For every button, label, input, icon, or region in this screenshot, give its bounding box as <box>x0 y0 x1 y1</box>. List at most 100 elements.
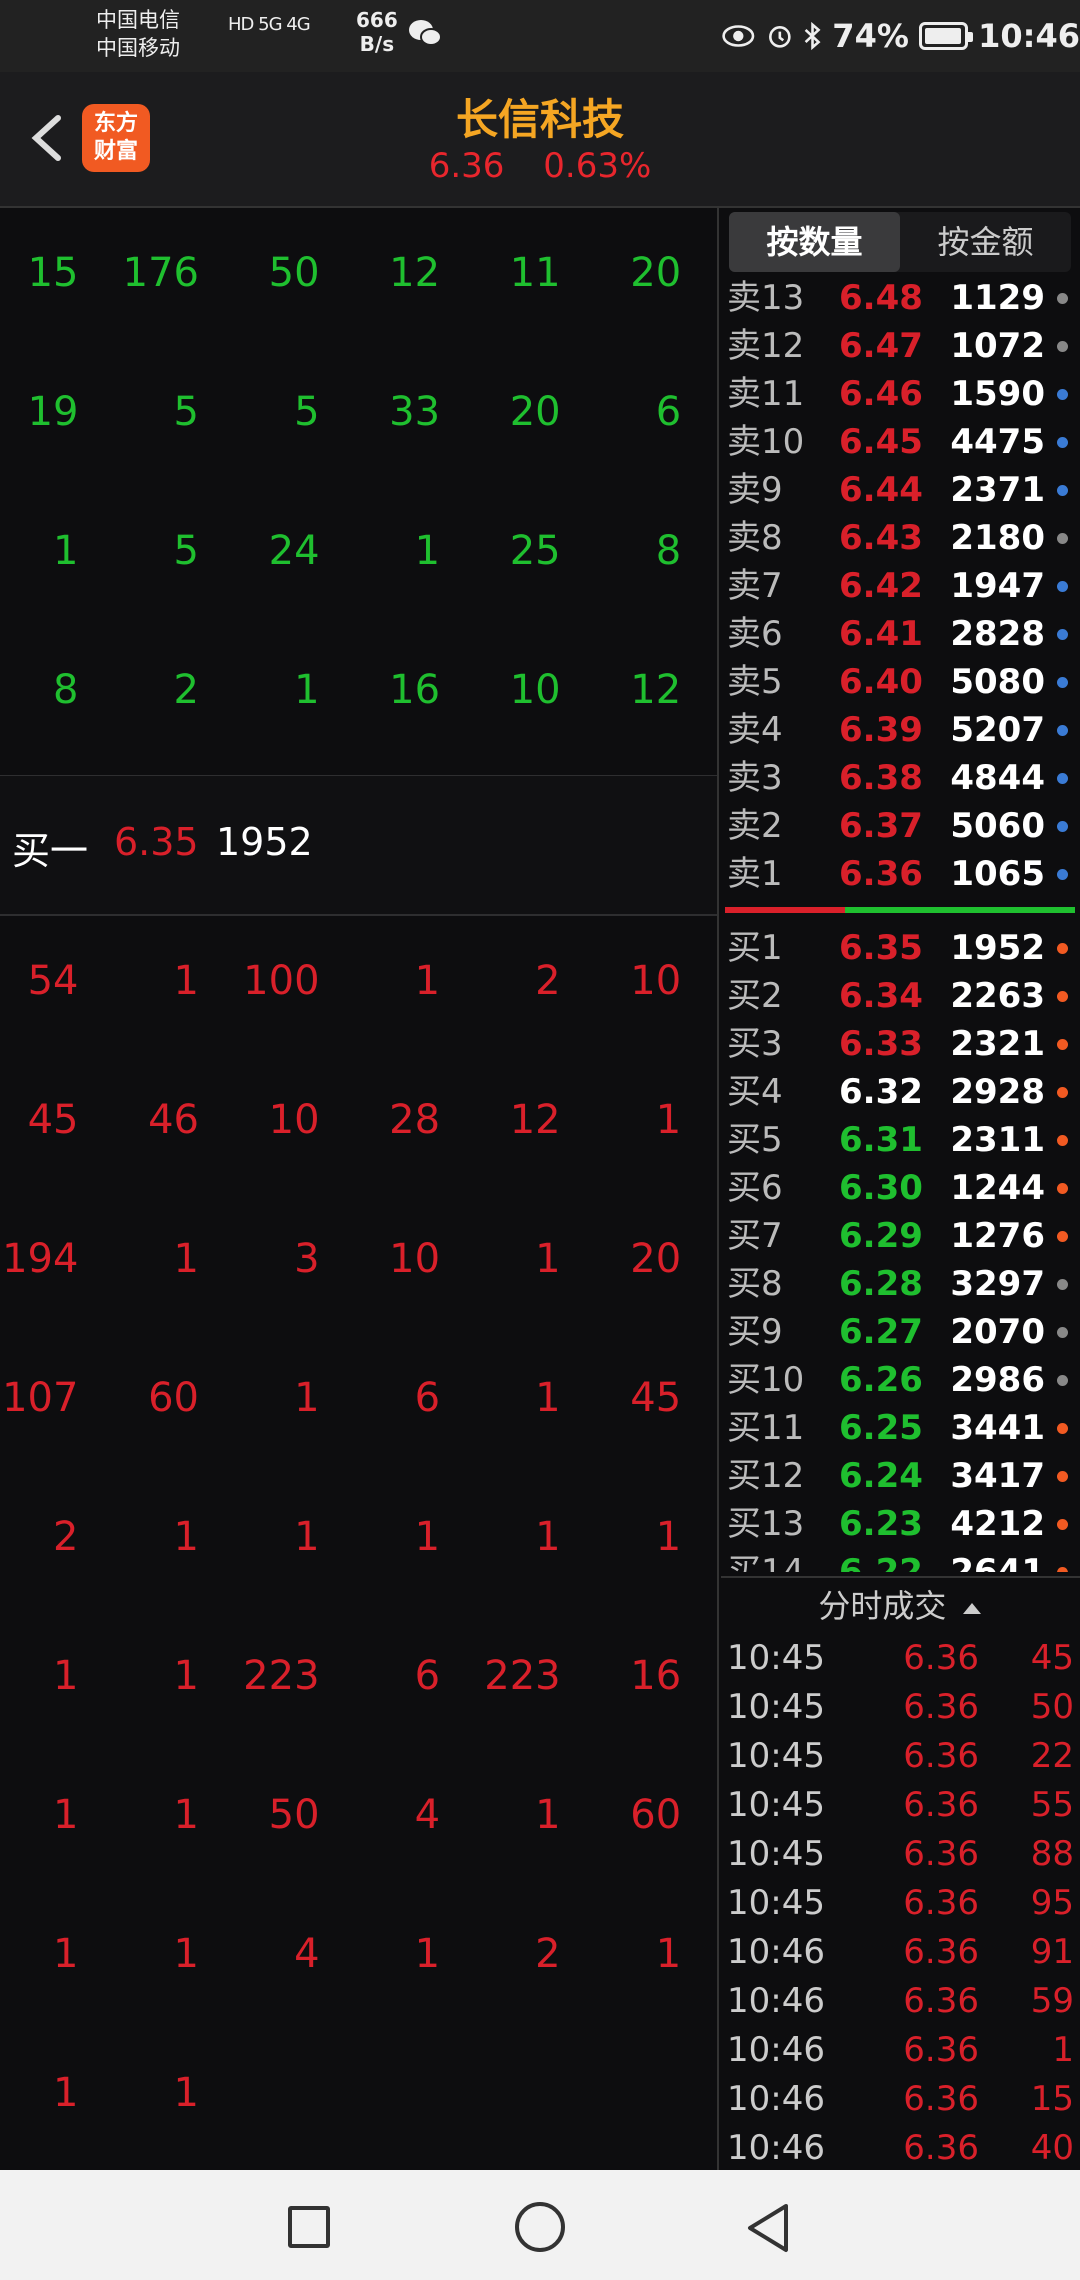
order-dot-icon <box>1057 869 1068 880</box>
orderbook-row[interactable]: 卖4 6.39 5207 <box>721 706 1080 754</box>
queue-cell: 1 <box>414 528 441 574</box>
orderbook-row[interactable]: 卖13 6.48 1129 <box>721 274 1080 322</box>
level-volume: 1129 <box>950 278 1045 318</box>
queue-cell: 4 <box>294 1931 320 1977</box>
level-price: 6.28 <box>839 1264 923 1304</box>
orderbook-row[interactable]: 卖8 6.43 2180 <box>721 514 1080 562</box>
trade-row: 10:45 6.36 55 <box>721 1781 1080 1830</box>
stock-header: 东方 财富 长信科技 6.36 0.63% <box>0 72 1080 208</box>
recent-apps-icon[interactable] <box>288 2206 330 2248</box>
order-dot-icon <box>1057 1423 1068 1434</box>
orderbook-row[interactable]: 买4 6.32 2928 <box>721 1068 1080 1116</box>
order-dot-icon <box>1057 725 1068 736</box>
order-dot-icon <box>1057 533 1068 544</box>
order-queue-panel[interactable]: 15 176 50 12 11 20 19 5 5 33 20 6 1 5 24 1 25 8 8 2 1 16 10 12 … <box>0 208 719 2170</box>
tab-by-amount[interactable]: 按金额 <box>900 212 1071 272</box>
trade-time: 10:45 <box>727 1687 825 1727</box>
orderbook-row[interactable]: 卖1 6.36 1065 <box>721 850 1080 898</box>
last-price: 6.36 <box>428 146 505 186</box>
back-triangle-icon[interactable] <box>742 2200 794 2256</box>
orderbook-row[interactable]: 买7 6.29 1276 <box>721 1212 1080 1260</box>
queue-cell: 1 <box>173 2070 199 2116</box>
trade-volume: 88 <box>1030 1834 1074 1874</box>
queue-row: 194 1 3 10 1 20 <box>0 1194 717 1333</box>
queue-row: 11 <box>0 2028 717 2167</box>
level-label: 卖13 <box>727 278 805 318</box>
level-price: 6.27 <box>839 1312 923 1352</box>
level-volume: 2641 <box>950 1552 1045 1572</box>
status-bar: 中国电信 中国移动 HD 5G 4G 666 B/s 74% 10:46 <box>0 0 1080 72</box>
sort-up-icon <box>962 1603 981 1614</box>
orderbook-row[interactable]: 买10 6.26 2986 <box>721 1356 1080 1404</box>
orderbook-row[interactable]: 卖7 6.42 1947 <box>721 562 1080 610</box>
trade-price: 6.36 <box>903 1736 979 1776</box>
orderbook-row[interactable]: 卖9 6.44 2371 <box>721 466 1080 514</box>
queue-cell: 2 <box>53 1514 79 1560</box>
orderbook-row[interactable]: 买9 6.27 2070 <box>721 1308 1080 1356</box>
trade-time: 10:46 <box>727 1932 825 1972</box>
level-volume: 2180 <box>950 518 1045 558</box>
queue-cell: 5 <box>173 528 199 574</box>
queue-cell: 1 <box>535 1375 561 1421</box>
queue-cell: 11 <box>509 250 561 296</box>
orderbook-row[interactable]: 卖6 6.41 2828 <box>721 610 1080 658</box>
trade-volume: 91 <box>1030 1932 1074 1972</box>
level-label: 买7 <box>727 1216 783 1256</box>
queue-cell: 1 <box>535 1236 561 1282</box>
trade-time: 10:45 <box>727 1834 825 1874</box>
orderbook-row[interactable]: 卖2 6.37 5060 <box>721 802 1080 850</box>
level-volume: 2321 <box>950 1024 1045 1064</box>
orderbook-row[interactable]: 买2 6.34 2263 <box>721 972 1080 1020</box>
queue-cell: 3 <box>294 1236 320 1282</box>
orderbook-row[interactable]: 卖5 6.40 5080 <box>721 658 1080 706</box>
trade-row: 10:46 6.36 59 <box>721 1977 1080 2026</box>
order-dot-icon <box>1057 293 1068 304</box>
orderbook-row[interactable]: 买5 6.31 2311 <box>721 1116 1080 1164</box>
time-sales-header[interactable]: 分时成交 <box>721 1578 1080 1634</box>
sell-queue: 15 176 50 12 11 20 19 5 5 33 20 6 1 5 24 1 25 8 8 2 1 16 10 12 <box>0 208 717 764</box>
queue-row: 107 60 1 6 1 45 <box>0 1333 717 1472</box>
orderbook-row[interactable]: 卖3 6.38 4844 <box>721 754 1080 802</box>
queue-cell: 45 <box>27 1097 79 1143</box>
queue-cell: 8 <box>53 667 79 713</box>
tab-by-quantity[interactable]: 按数量 <box>729 212 900 272</box>
queue-cell: 6 <box>414 1653 441 1699</box>
trade-volume: 40 <box>1030 2128 1074 2168</box>
orderbook-row[interactable]: 买8 6.28 3297 <box>721 1260 1080 1308</box>
orderbook-row[interactable]: 买13 6.23 4212 <box>721 1500 1080 1548</box>
trade-row: 10:46 6.36 40 <box>721 2124 1080 2170</box>
queue-cell: 1 <box>294 667 320 713</box>
orderbook-row[interactable]: 买1 6.35 1952 <box>721 924 1080 972</box>
orderbook-row[interactable]: 买6 6.30 1244 <box>721 1164 1080 1212</box>
orderbook-row[interactable]: 卖12 6.47 1072 <box>721 322 1080 370</box>
queue-cell: 19 <box>27 389 79 435</box>
order-dot-icon <box>1057 485 1068 496</box>
level-price: 6.38 <box>839 758 923 798</box>
queue-cell: 50 <box>268 250 320 296</box>
level-label: 卖6 <box>727 614 783 654</box>
orderbook-row[interactable]: 卖10 6.45 4475 <box>721 418 1080 466</box>
trade-volume: 1 <box>1052 2030 1074 2070</box>
queue-cell: 1 <box>414 958 441 1004</box>
orderbook-row[interactable]: 买3 6.33 2321 <box>721 1020 1080 1068</box>
orderbook-row[interactable]: 卖11 6.46 1590 <box>721 370 1080 418</box>
trade-volume: 45 <box>1030 1638 1074 1678</box>
trade-time: 10:46 <box>727 2128 825 2168</box>
level-volume: 4475 <box>950 422 1045 462</box>
home-icon[interactable] <box>515 2202 565 2252</box>
level-label: 卖2 <box>727 806 783 846</box>
orderbook-row[interactable]: 买14 6.22 2641 <box>721 1548 1080 1572</box>
orderbook-row[interactable]: 买11 6.25 3441 <box>721 1404 1080 1452</box>
trade-volume: 15 <box>1030 2079 1074 2119</box>
bid1-price: 6.35 <box>114 820 199 864</box>
trade-row: 10:46 6.36 91 <box>721 1928 1080 1977</box>
trade-price: 6.36 <box>903 1883 979 1923</box>
bid-levels[interactable]: 买1 6.35 1952 买2 6.34 2263 买3 6.33 2321 买4 6.32 2928… <box>721 924 1080 1572</box>
orderbook-row[interactable]: 买12 6.24 3417 <box>721 1452 1080 1500</box>
trade-row: 10:45 6.36 22 <box>721 1732 1080 1781</box>
time-sales[interactable]: 分时成交 10:45 6.36 45 10:45 6.36 50 10:45 6.36 22 10… <box>721 1576 1080 2170</box>
order-dot-icon <box>1057 581 1068 592</box>
queue-cell: 1 <box>294 1375 320 1421</box>
queue-cell: 20 <box>630 250 682 296</box>
level-volume: 1065 <box>950 854 1045 894</box>
